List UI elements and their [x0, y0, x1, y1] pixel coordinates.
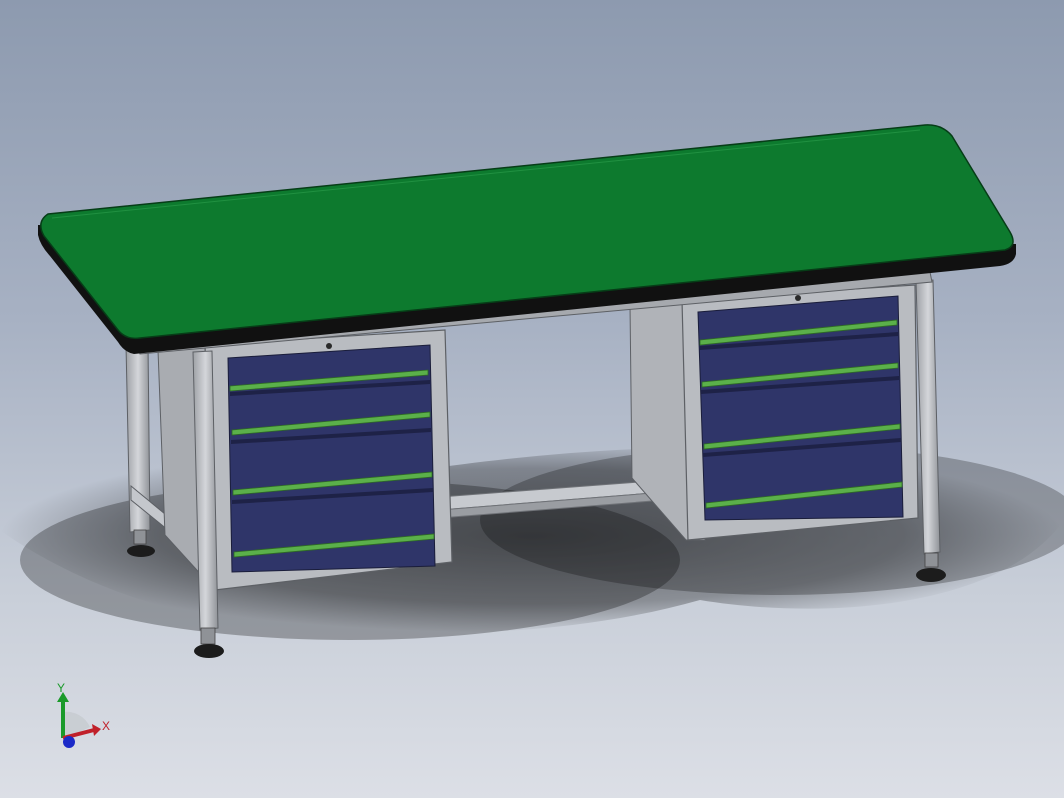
lock-icon [795, 295, 801, 301]
right-cabinet-drawers[interactable] [697, 295, 904, 521]
z-axis-icon [63, 736, 75, 748]
x-axis-label: X [102, 719, 110, 733]
y-axis-label: Y [57, 681, 65, 695]
left-cabinet-drawers[interactable] [227, 343, 436, 573]
orientation-triad[interactable]: Y X [57, 681, 110, 748]
x-axis-arrowhead [92, 724, 101, 736]
graphics-viewport[interactable]: Y X [0, 0, 1064, 798]
lock-icon [326, 343, 332, 349]
workbench-3d-model[interactable]: Y X [0, 0, 1064, 798]
